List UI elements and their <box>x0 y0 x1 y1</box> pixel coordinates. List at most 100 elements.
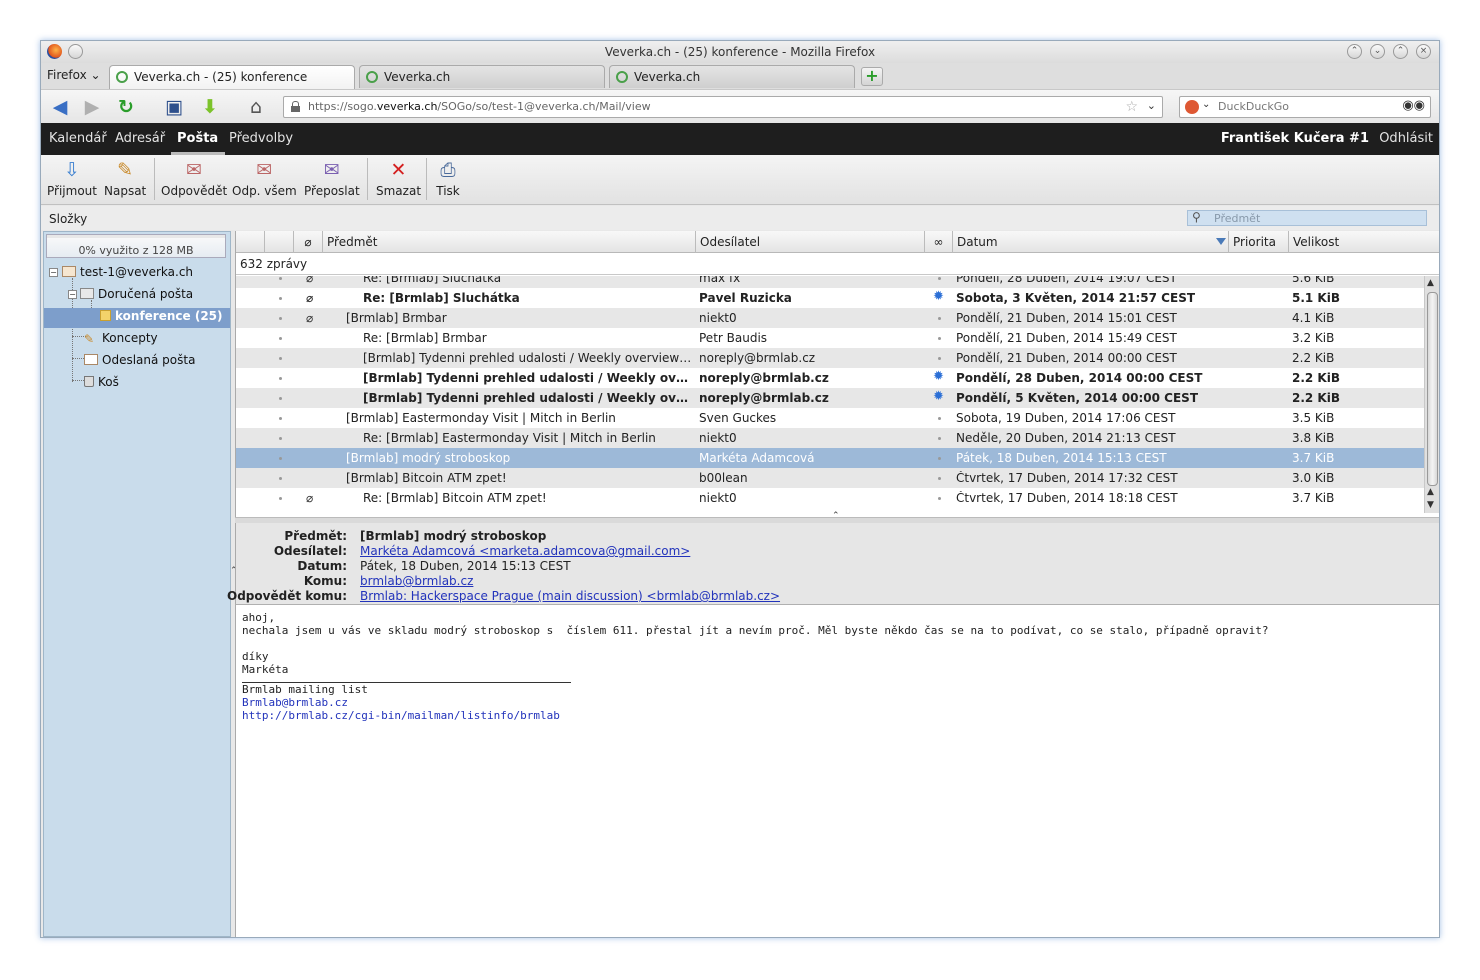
print-button[interactable]: ⎙ Tisk <box>435 159 461 198</box>
column-flag[interactable]: ∞ <box>925 231 953 253</box>
scrollbar-thumb[interactable] <box>1427 292 1438 486</box>
duckduckgo-icon[interactable] <box>1185 100 1199 114</box>
flag-dot-icon[interactable] <box>938 337 941 340</box>
forward-arrow-icon[interactable]: ▶ <box>81 96 103 118</box>
download-icon[interactable]: ⬇ <box>199 96 221 118</box>
url-history-dropdown-icon[interactable]: ⌄ <box>1147 99 1156 112</box>
column-attachment[interactable]: ⌀ <box>294 231 323 253</box>
keep-above-icon[interactable]: ⌃ <box>1347 44 1362 59</box>
minimize-icon[interactable]: ⌄ <box>1370 44 1385 59</box>
read-status-dot-icon[interactable] <box>279 317 282 320</box>
flagged-star-icon[interactable]: ✹ <box>933 290 945 303</box>
splitter-grip-icon[interactable]: ⌃ <box>832 511 840 521</box>
message-row[interactable]: Re: [Brmlab] Eastermonday Visit | Mitch … <box>236 428 1424 448</box>
flag-dot-icon[interactable] <box>938 317 941 320</box>
message-row[interactable]: ⌀ Re: [Brmlab] Bitcoin ATM zpet! niekt0 Čtv… <box>236 488 1424 508</box>
menu-address-book[interactable]: Adresář <box>115 131 165 146</box>
footer-email-link[interactable]: Brmlab@brmlab.cz <box>242 696 1439 709</box>
binoculars-icon[interactable]: ◉◉ <box>1402 98 1425 113</box>
message-row[interactable]: ⌀ Re: [Brmlab] Sluchátka max fx Pondělí, 28… <box>236 276 1424 288</box>
column-sender[interactable]: Odesílatel <box>696 231 925 253</box>
compose-button[interactable]: ✎ Napsat <box>104 159 146 198</box>
folder-trash[interactable]: Koš <box>84 375 119 389</box>
firefox-menu-button[interactable]: Firefox ⌄ <box>47 68 101 82</box>
column-subject[interactable]: Předmět <box>323 231 696 253</box>
browser-tab[interactable]: Veverka.ch <box>359 65 605 88</box>
receive-button[interactable]: ⇩ Přijmout <box>47 159 97 198</box>
bookmark-star-icon[interactable]: ☆ <box>1125 99 1138 115</box>
folder-drafts[interactable]: ✎ Koncepty <box>84 331 158 345</box>
home-icon[interactable]: ⌂ <box>245 96 267 118</box>
flag-dot-icon[interactable] <box>938 277 941 280</box>
flagged-star-icon[interactable]: ✹ <box>933 370 945 383</box>
delete-button[interactable]: ✕ Smazat <box>376 159 421 198</box>
message-row[interactable]: [Brmlab] Tydenni prehled udalosti / Week… <box>236 368 1424 388</box>
read-status-dot-icon[interactable] <box>279 437 282 440</box>
menu-preferences[interactable]: Předvolby <box>229 131 293 146</box>
reply-all-button[interactable]: ✉ Odp. všem <box>232 159 297 198</box>
column-unread[interactable] <box>265 231 294 253</box>
folder-konference[interactable]: konference (25) <box>100 309 223 323</box>
read-status-dot-icon[interactable] <box>279 377 282 380</box>
chevron-down-icon[interactable]: ⌄ <box>1202 99 1210 110</box>
flag-dot-icon[interactable] <box>938 477 941 480</box>
collapse-account-icon[interactable]: − <box>49 268 58 277</box>
menu-mail[interactable]: Pošta <box>177 131 218 146</box>
message-row[interactable]: ⌀ [Brmlab] Brmbar niekt0 Pondělí, 21 Duben,… <box>236 308 1424 328</box>
message-row[interactable]: [Brmlab] Tydenni prehled udalosti / Week… <box>236 388 1424 408</box>
flag-dot-icon[interactable] <box>938 417 941 420</box>
message-row[interactable]: [Brmlab] Tydenni prehled udalosti / Week… <box>236 348 1424 368</box>
message-row[interactable]: ⌀ Re: [Brmlab] Sluchátka Pavel Ruzicka ✹ Sob… <box>236 288 1424 308</box>
read-status-dot-icon[interactable] <box>279 457 282 460</box>
message-row[interactable]: [Brmlab] Eastermonday Visit | Mitch in B… <box>236 408 1424 428</box>
logout-link[interactable]: Odhlásit <box>1379 131 1433 146</box>
folder-inbox[interactable]: Doručená pošta <box>80 287 193 301</box>
column-priority[interactable]: Priorita <box>1229 231 1289 253</box>
folder-sent[interactable]: Odeslaná pošta <box>84 353 195 367</box>
column-thread-toggle[interactable] <box>236 231 265 253</box>
back-arrow-icon[interactable]: ◀ <box>49 96 71 118</box>
read-status-dot-icon[interactable] <box>279 497 282 500</box>
read-status-dot-icon[interactable] <box>279 397 282 400</box>
message-reply-to-link[interactable]: Brmlab: Hackerspace Prague (main discuss… <box>360 589 780 603</box>
flagged-star-icon[interactable]: ✹ <box>933 390 945 403</box>
message-to-link[interactable]: brmlab@brmlab.cz <box>360 574 473 588</box>
flag-dot-icon[interactable] <box>938 437 941 440</box>
search-icon[interactable]: ⚲ <box>1192 210 1201 224</box>
flag-dot-icon[interactable] <box>938 357 941 360</box>
forward-button[interactable]: ✉ Přeposlat <box>304 159 360 198</box>
folder-account[interactable]: test-1@veverka.ch <box>62 265 193 279</box>
new-tab-button[interactable]: + <box>861 67 883 86</box>
message-row[interactable]: [Brmlab] modrý stroboskop Markéta Adamcov… <box>236 448 1424 468</box>
collapse-inbox-icon[interactable]: − <box>68 290 77 299</box>
menu-calendar[interactable]: Kalendář <box>49 131 107 146</box>
flag-dot-icon[interactable] <box>938 497 941 500</box>
url-bar[interactable]: https://sogo.veverka.ch/SOGo/so/test-1@v… <box>283 96 1163 118</box>
scroll-up-icon[interactable]: ▲ <box>1427 487 1434 497</box>
flag-dot-icon[interactable] <box>938 457 941 460</box>
read-status-dot-icon[interactable] <box>279 337 282 340</box>
message-row[interactable]: [Brmlab] Bitcoin ATM zpet! b00lean Čtvrtek… <box>236 468 1424 488</box>
column-date[interactable]: Datum <box>953 231 1229 253</box>
message-row[interactable]: Re: [Brmlab] Brmbar Petr Baudis Pondělí, 2… <box>236 328 1424 348</box>
search-bar[interactable]: ⌄ DuckDuckGo ◉◉ <box>1179 96 1431 118</box>
read-status-dot-icon[interactable] <box>279 357 282 360</box>
bookmarks-icon[interactable]: ▣ <box>163 96 185 118</box>
message-from-link[interactable]: Markéta Adamcová <marketa.adamcova@gmail… <box>360 544 690 558</box>
read-status-dot-icon[interactable] <box>279 477 282 480</box>
subject-search-input[interactable]: ⚲ Předmět <box>1187 210 1427 226</box>
message-list-scrollbar[interactable]: ▲ ▲ ▼ <box>1424 276 1439 513</box>
read-status-dot-icon[interactable] <box>279 277 282 280</box>
reload-icon[interactable]: ↻ <box>115 96 137 118</box>
scroll-up-icon[interactable]: ▲ <box>1427 278 1434 288</box>
browser-tab[interactable]: Veverka.ch - (25) konference <box>109 65 355 89</box>
read-status-dot-icon[interactable] <box>279 297 282 300</box>
scroll-down-icon[interactable]: ▼ <box>1427 500 1434 510</box>
footer-url-link[interactable]: http://brmlab.cz/cgi-bin/mailman/listinf… <box>242 709 1439 722</box>
browser-tab[interactable]: Veverka.ch <box>609 65 855 88</box>
reply-button[interactable]: ✉ Odpovědět <box>161 159 227 198</box>
close-icon[interactable]: × <box>1416 44 1431 59</box>
maximize-icon[interactable]: ⌃ <box>1393 44 1408 59</box>
column-size[interactable]: Velikost <box>1289 231 1439 253</box>
read-status-dot-icon[interactable] <box>279 417 282 420</box>
